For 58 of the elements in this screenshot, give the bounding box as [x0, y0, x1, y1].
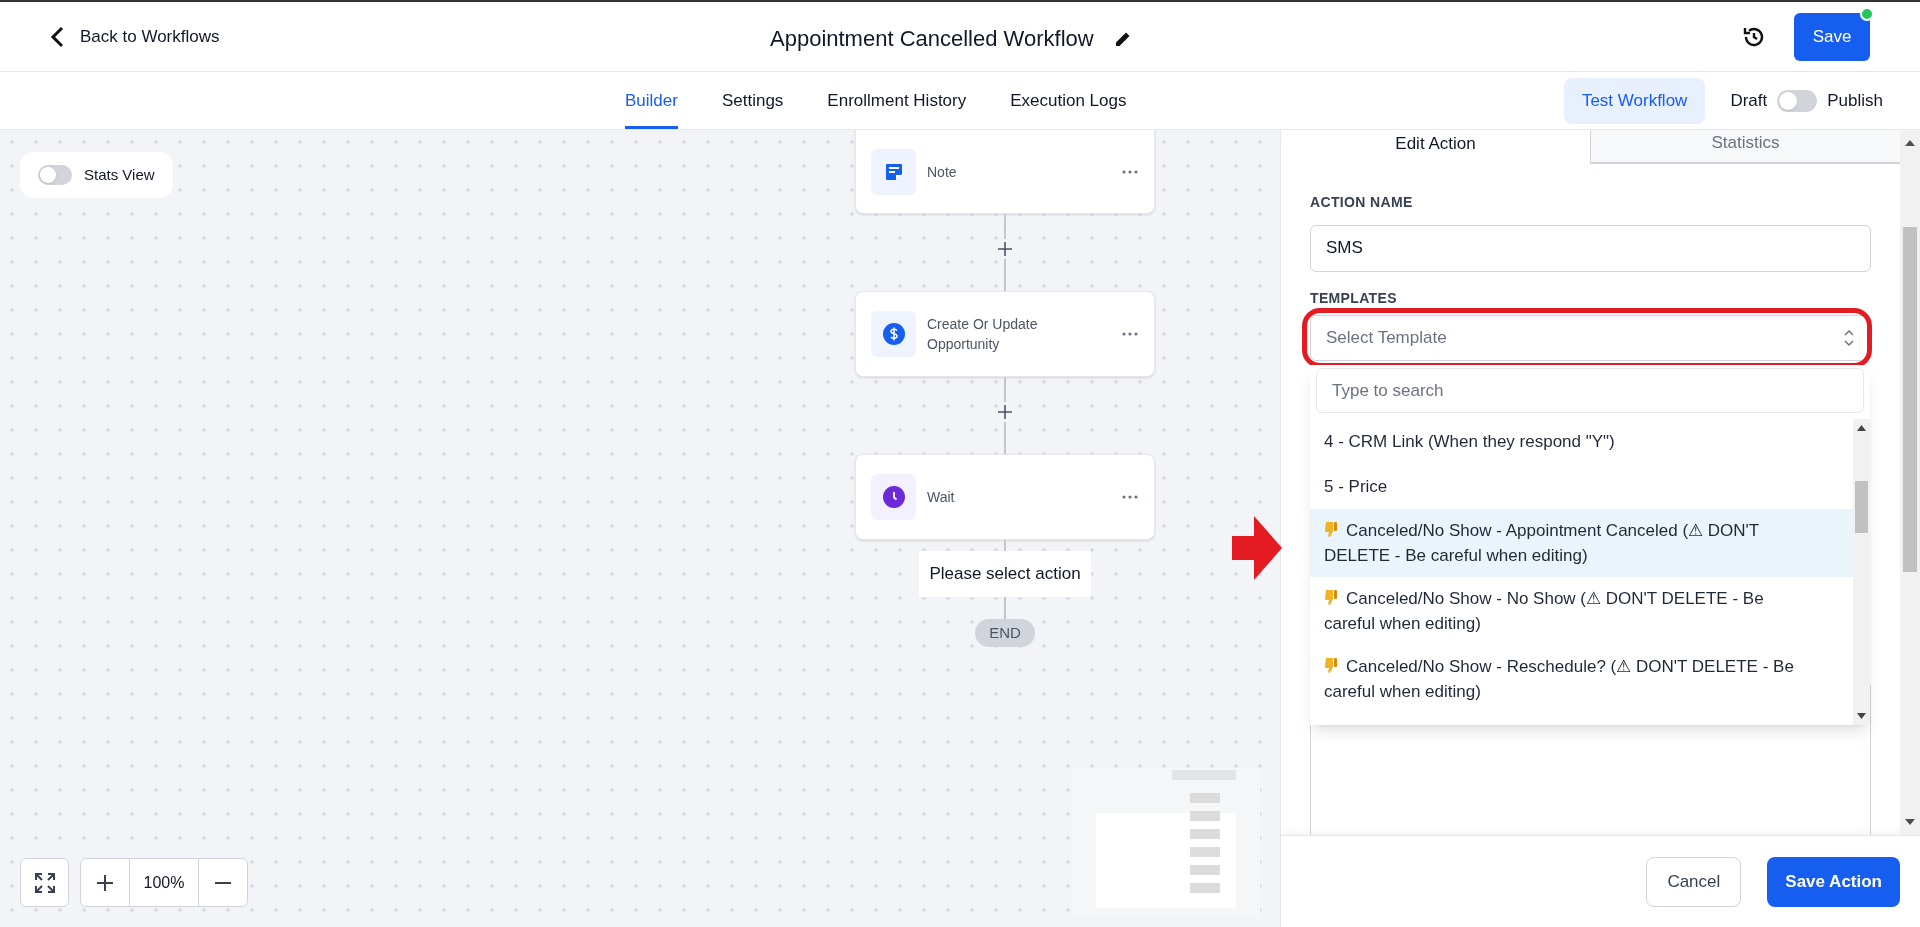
- add-step-button[interactable]: [995, 402, 1015, 422]
- node-label: Create Or Update Opportunity: [927, 315, 1039, 354]
- select-action-prompt[interactable]: Please select action: [919, 551, 1091, 597]
- clock-icon: [882, 486, 905, 508]
- note-icon: [883, 162, 904, 182]
- back-icon: [50, 25, 64, 48]
- action-name-label: ACTION NAME: [1310, 192, 1414, 212]
- zoom-level: 100%: [129, 859, 199, 906]
- workflow-title: Appointment Cancelled Workflow: [770, 25, 1094, 53]
- thumbs-down-icon: [1324, 521, 1338, 538]
- scroll-thumb[interactable]: [1855, 481, 1868, 533]
- scroll-up-icon[interactable]: [1905, 140, 1915, 146]
- sort-icon: [1843, 327, 1855, 348]
- thumbs-down-icon: [1324, 589, 1338, 606]
- plus-icon: [998, 242, 1012, 256]
- expand-icon: [33, 871, 56, 894]
- back-link-label: Back to Workflows: [80, 25, 220, 48]
- add-step-button[interactable]: [995, 239, 1015, 259]
- nav-tab[interactable]: Enrollment History: [827, 72, 967, 129]
- minus-icon: [214, 881, 232, 884]
- scroll-down-icon[interactable]: [1857, 713, 1866, 719]
- workflow-node-card[interactable]: Create Or Update Opportunity: [855, 291, 1155, 377]
- more-icon[interactable]: [1122, 332, 1138, 336]
- stats-view-label: Stats View: [84, 164, 155, 185]
- node-label: Wait: [927, 488, 956, 507]
- publish-toggle[interactable]: [1777, 89, 1818, 112]
- node-label: Note: [927, 163, 958, 182]
- plus-icon: [96, 873, 114, 892]
- panel-tab[interactable]: Statistics: [1590, 130, 1900, 164]
- search-input[interactable]: Type to search: [1316, 368, 1864, 413]
- end-marker: END: [975, 619, 1035, 647]
- workflow-node-card[interactable]: Wait: [855, 454, 1155, 540]
- test-workflow-button[interactable]: Test Workflow: [1563, 77, 1706, 124]
- more-icon[interactable]: [1122, 170, 1138, 174]
- action-name-input[interactable]: SMS: [1310, 224, 1871, 272]
- draft-label: Draft: [1730, 89, 1768, 112]
- scroll-down-icon[interactable]: [1905, 819, 1915, 825]
- workflow-node-card[interactable]: Note: [855, 130, 1155, 214]
- nav-tab[interactable]: Settings: [721, 72, 784, 129]
- panel-scrollbar[interactable]: [1900, 130, 1920, 835]
- pointer-arrow: [1232, 516, 1282, 580]
- scroll-up-icon[interactable]: [1857, 425, 1866, 431]
- select-placeholder: Select Template: [1326, 326, 1447, 349]
- fullscreen-button[interactable]: [20, 858, 69, 907]
- list-scrollbar[interactable]: [1853, 419, 1870, 725]
- publish-label: Publish: [1827, 89, 1883, 112]
- stats-view-toggle[interactable]: [38, 165, 72, 185]
- dollar-icon: [882, 323, 905, 345]
- templates-label: TEMPLATES: [1310, 288, 1398, 308]
- thumbs-down-icon: [1324, 657, 1338, 674]
- save-button[interactable]: Save: [1794, 12, 1870, 61]
- cancel-button[interactable]: Cancel: [1646, 856, 1742, 907]
- template-option[interactable]: Canceled/No Show - Appointment Canceled (⚠ DON'T DELETE - Be careful when editing): [1310, 509, 1853, 577]
- scroll-thumb[interactable]: [1903, 227, 1917, 572]
- plus-icon: [998, 405, 1012, 419]
- nav-tab[interactable]: Execution Logs: [1010, 72, 1127, 129]
- more-icon[interactable]: [1122, 495, 1138, 499]
- save-action-button[interactable]: Save Action: [1767, 856, 1900, 907]
